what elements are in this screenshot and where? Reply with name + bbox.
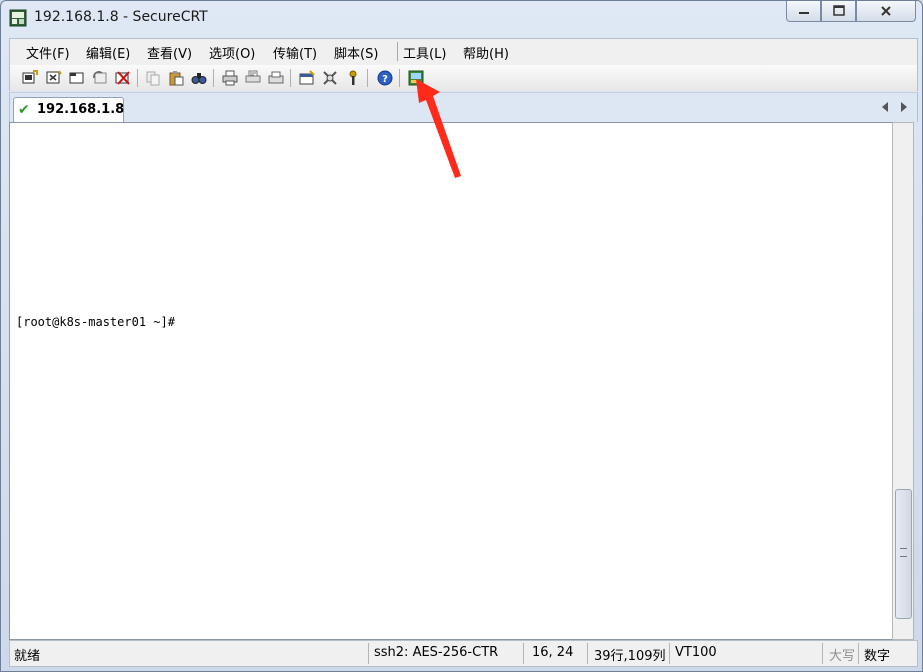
help-icon: ? (377, 70, 392, 85)
global-options-icon (322, 70, 337, 85)
sftp-icon (408, 70, 423, 85)
connect-in-tab-icon (69, 72, 83, 83)
securecrt-window: 192.168.1.8 - SecureCRT 文件(F) 编辑(E) 查看(V… (0, 0, 923, 672)
menu-separator (397, 42, 398, 61)
securecrt-app-icon (9, 9, 27, 27)
connected-check-icon: ✔ (18, 102, 30, 118)
close-icon (881, 6, 891, 16)
close-button[interactable] (856, 1, 916, 22)
scrollbar-grip-icon (900, 548, 907, 557)
help-button[interactable]: ? (376, 69, 393, 86)
print-setup-button[interactable] (267, 69, 284, 86)
toolbar-separator (399, 69, 400, 87)
svg-text:?: ? (382, 74, 388, 85)
title-bar[interactable]: 192.168.1.8 - SecureCRT (1, 1, 922, 35)
menu-bar: 文件(F) 编辑(E) 查看(V) 选项(O) 传输(T) 脚本(S) 工具(L… (9, 38, 918, 65)
toolbar: ? (9, 65, 918, 91)
print-selection-icon (245, 70, 260, 82)
terminal-area[interactable]: [root@k8s-master01 ~]# (9, 122, 893, 640)
paste-button[interactable] (167, 69, 184, 86)
tab-scroll-left-icon[interactable] (882, 102, 888, 112)
session-options-button[interactable] (298, 69, 315, 86)
find-button[interactable] (190, 69, 207, 86)
print-button[interactable] (221, 69, 238, 86)
maximize-icon (832, 5, 845, 16)
disconnect-button[interactable] (114, 69, 131, 86)
paste-icon (169, 70, 183, 85)
status-divider (669, 643, 670, 664)
menu-tools[interactable]: 工具(L) (403, 43, 446, 62)
reconnect-button[interactable] (91, 69, 108, 86)
menu-transfer[interactable]: 传输(T) (273, 43, 317, 62)
status-ready: 就绪 (14, 649, 41, 664)
keymap-button[interactable] (344, 69, 361, 86)
menu-edit[interactable]: 编辑(E) (86, 43, 130, 62)
toolbar-separator (213, 69, 214, 87)
status-emulation: VT100 (675, 645, 717, 660)
menu-options[interactable]: 选项(O) (209, 43, 255, 62)
status-num-lock: 数字 (864, 649, 891, 664)
minimize-icon (798, 12, 809, 14)
status-divider (822, 643, 823, 664)
find-icon (191, 72, 206, 84)
status-caps-lock: 大写 (829, 649, 856, 664)
maximize-button[interactable] (821, 1, 856, 22)
global-options-button[interactable] (321, 69, 338, 86)
window-title: 192.168.1.8 - SecureCRT (34, 9, 208, 25)
print-setup-icon (268, 71, 283, 83)
menu-help[interactable]: 帮助(H) (463, 43, 509, 62)
sftp-button[interactable] (407, 69, 424, 86)
menu-view[interactable]: 查看(V) (147, 43, 192, 62)
status-divider (368, 643, 369, 664)
status-cipher: ssh2: AES-256-CTR (374, 645, 499, 660)
connect-icon (22, 69, 38, 83)
session-tab-bar: ✔ 192.168.1.8 (9, 92, 918, 122)
scrollbar-thumb[interactable] (895, 489, 912, 619)
print-selection-button[interactable] (244, 69, 261, 86)
vertical-scrollbar[interactable] (892, 122, 914, 640)
disconnect-icon (115, 70, 130, 85)
session-tab-label: 192.168.1.8 (37, 102, 125, 117)
status-terminal-size: 39行,109列 (594, 649, 666, 664)
menu-script[interactable]: 脚本(S) (334, 43, 378, 62)
toolbar-separator (137, 69, 138, 87)
minimize-button[interactable] (786, 1, 821, 22)
status-divider (587, 643, 588, 664)
copy-icon (146, 71, 159, 85)
print-icon (222, 70, 237, 85)
toolbar-separator (367, 69, 368, 87)
copy-button[interactable] (144, 69, 161, 86)
status-bar: 就绪 ssh2: AES-256-CTR 16, 24 39行,109列 VT1… (9, 640, 918, 667)
status-divider (858, 643, 859, 664)
connect-button[interactable] (21, 69, 38, 86)
status-cursor-position: 16, 24 (532, 645, 574, 660)
shell-prompt: [root@k8s-master01 ~]# (16, 315, 175, 329)
toolbar-separator (290, 69, 291, 87)
tab-scroll-right-icon[interactable] (901, 102, 907, 112)
menu-file[interactable]: 文件(F) (26, 43, 70, 62)
keymap-icon (349, 70, 356, 85)
connect-in-tab-button[interactable] (68, 69, 85, 86)
quick-connect-button[interactable] (45, 69, 62, 86)
session-tab[interactable]: ✔ 192.168.1.8 (13, 97, 124, 122)
status-divider (523, 643, 524, 664)
session-options-icon (299, 69, 315, 84)
reconnect-icon (92, 70, 106, 83)
quick-connect-icon (46, 69, 62, 83)
